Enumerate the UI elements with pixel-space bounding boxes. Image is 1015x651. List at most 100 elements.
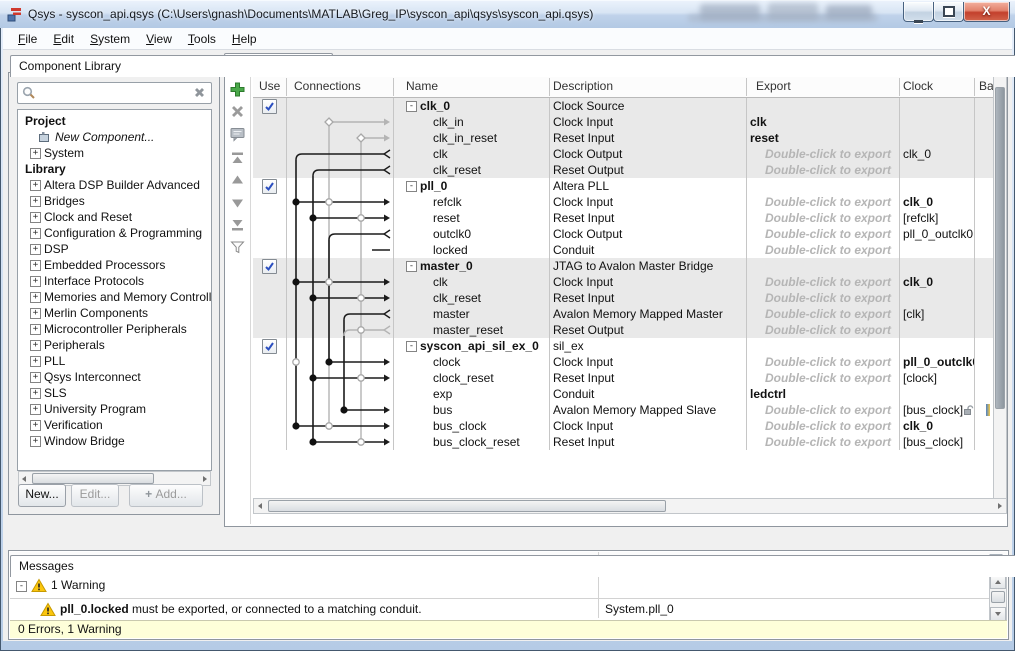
toolbar-move-up-icon[interactable] bbox=[229, 172, 246, 189]
expand-box-icon[interactable]: + bbox=[30, 340, 41, 351]
scroll-right-arrow[interactable] bbox=[998, 503, 1002, 509]
menu-edit[interactable]: Edit bbox=[45, 29, 82, 49]
scrollbar-thumb[interactable] bbox=[995, 87, 1005, 409]
tree-item-project[interactable]: Project bbox=[25, 113, 212, 129]
toolbar-add-icon[interactable] bbox=[229, 81, 246, 98]
export-cell[interactable]: Double-click to export bbox=[746, 162, 899, 178]
scrollbar-thumb[interactable] bbox=[32, 473, 154, 484]
name-cell[interactable]: -master_0 bbox=[393, 258, 549, 274]
connections-diagram[interactable] bbox=[286, 98, 393, 450]
clock-cell[interactable] bbox=[903, 162, 974, 178]
export-cell[interactable]: Double-click to export bbox=[746, 370, 899, 386]
tree-item-sls[interactable]: +SLS bbox=[18, 385, 212, 401]
use-checkbox[interactable] bbox=[262, 99, 277, 114]
scroll-left-arrow[interactable] bbox=[258, 503, 262, 509]
name-cell[interactable]: bus_clock bbox=[393, 418, 549, 434]
tree-item-interface-protocols[interactable]: +Interface Protocols bbox=[18, 273, 212, 289]
restore-button[interactable] bbox=[933, 2, 964, 22]
collapse-box-icon[interactable]: - bbox=[16, 581, 27, 592]
expand-box-icon[interactable]: + bbox=[30, 276, 41, 287]
expand-box-icon[interactable]: + bbox=[30, 372, 41, 383]
tree-item-memories-and-memory-controllers[interactable]: +Memories and Memory Controllers bbox=[18, 289, 212, 305]
clock-cell[interactable] bbox=[903, 114, 974, 130]
toolbar-filter-icon[interactable] bbox=[229, 239, 246, 256]
clock-cell[interactable]: clk_0 bbox=[903, 274, 974, 290]
export-cell[interactable]: clk bbox=[746, 114, 899, 130]
name-cell[interactable]: reset bbox=[393, 210, 549, 226]
tree-item-library[interactable]: Library bbox=[25, 161, 212, 177]
tree-item-university-program[interactable]: +University Program bbox=[18, 401, 212, 417]
clock-cell[interactable]: pll_0_outclk0 bbox=[903, 354, 974, 370]
export-cell[interactable]: Double-click to export bbox=[746, 242, 899, 258]
table-horizontal-scrollbar[interactable] bbox=[253, 498, 1007, 514]
new-component-button[interactable]: New... bbox=[18, 484, 66, 507]
scroll-left-arrow[interactable] bbox=[22, 476, 26, 482]
tree-item-microcontroller-peripherals[interactable]: +Microcontroller Peripherals bbox=[18, 321, 212, 337]
clock-cell[interactable]: [clk] bbox=[903, 306, 974, 322]
tree-item-pll[interactable]: +PLL bbox=[18, 353, 212, 369]
minimize-button[interactable] bbox=[903, 2, 934, 22]
name-cell[interactable]: clock_reset bbox=[393, 370, 549, 386]
export-cell[interactable] bbox=[746, 338, 899, 354]
tree-item-peripherals[interactable]: +Peripherals bbox=[18, 337, 212, 353]
title-bar[interactable]: Qsys - syscon_api.qsys (C:\Users\gnash\D… bbox=[0, 0, 1015, 28]
export-cell[interactable]: Double-click to export bbox=[746, 194, 899, 210]
clock-cell[interactable]: [bus_clock] bbox=[903, 434, 974, 450]
expand-box-icon[interactable]: + bbox=[30, 356, 41, 367]
export-cell[interactable] bbox=[746, 178, 899, 194]
name-cell[interactable]: locked bbox=[393, 242, 549, 258]
clock-cell[interactable] bbox=[903, 98, 974, 114]
clock-cell[interactable] bbox=[903, 178, 974, 194]
expand-box-icon[interactable]: + bbox=[30, 244, 41, 255]
export-cell[interactable]: Double-click to export bbox=[746, 418, 899, 434]
scrollbar-thumb[interactable] bbox=[991, 591, 1005, 603]
export-cell[interactable]: Double-click to export bbox=[746, 354, 899, 370]
tree-item-qsys-interconnect[interactable]: +Qsys Interconnect bbox=[18, 369, 212, 385]
tab-messages[interactable]: Messages bbox=[10, 555, 1015, 577]
collapse-box-icon[interactable]: - bbox=[406, 181, 417, 192]
tree-item-new-component-[interactable]: New Component... bbox=[18, 129, 212, 145]
search-input[interactable] bbox=[40, 84, 189, 101]
name-cell[interactable]: outclk0 bbox=[393, 226, 549, 242]
clock-cell[interactable]: clk_0 bbox=[903, 418, 974, 434]
menu-system[interactable]: System bbox=[82, 29, 138, 49]
tree-item-embedded-processors[interactable]: +Embedded Processors bbox=[18, 257, 212, 273]
tree-item-merlin-components[interactable]: +Merlin Components bbox=[18, 305, 212, 321]
scroll-up-button[interactable] bbox=[990, 575, 1006, 589]
clock-cell[interactable]: [refclk] bbox=[903, 210, 974, 226]
clock-cell[interactable]: clk_0 bbox=[903, 194, 974, 210]
clear-search-icon[interactable] bbox=[193, 86, 206, 99]
clock-cell[interactable] bbox=[903, 290, 974, 306]
name-cell[interactable]: clk_in_reset bbox=[393, 130, 549, 146]
export-cell[interactable]: reset bbox=[746, 130, 899, 146]
menu-help[interactable]: Help bbox=[224, 29, 265, 49]
collapse-box-icon[interactable]: - bbox=[406, 101, 417, 112]
expand-box-icon[interactable]: + bbox=[30, 308, 41, 319]
export-cell[interactable]: Double-click to export bbox=[746, 434, 899, 450]
expand-box-icon[interactable]: + bbox=[30, 148, 41, 159]
messages-vertical-scrollbar[interactable] bbox=[989, 574, 1007, 622]
export-cell[interactable]: Double-click to export bbox=[746, 402, 899, 418]
export-cell[interactable]: Double-click to export bbox=[746, 274, 899, 290]
tree-item-configuration-programming[interactable]: +Configuration & Programming bbox=[18, 225, 212, 241]
toolbar-move-down-icon[interactable] bbox=[229, 194, 246, 211]
menu-view[interactable]: View bbox=[138, 29, 180, 49]
table-vertical-scrollbar[interactable] bbox=[993, 76, 1007, 499]
name-cell[interactable]: -clk_0 bbox=[393, 98, 549, 114]
clock-cell[interactable] bbox=[903, 322, 974, 338]
tree-item-system[interactable]: +System bbox=[18, 145, 212, 161]
expand-box-icon[interactable]: + bbox=[30, 324, 41, 335]
name-cell[interactable]: clk bbox=[393, 274, 549, 290]
export-cell[interactable] bbox=[746, 258, 899, 274]
name-cell[interactable]: master bbox=[393, 306, 549, 322]
name-cell[interactable]: -syscon_api_sil_ex_0 bbox=[393, 338, 549, 354]
clock-cell[interactable]: pll_0_outclk0 bbox=[903, 226, 974, 242]
name-cell[interactable]: master_reset bbox=[393, 322, 549, 338]
menu-tools[interactable]: Tools bbox=[180, 29, 224, 49]
export-cell[interactable]: Double-click to export bbox=[746, 226, 899, 242]
name-cell[interactable]: exp bbox=[393, 386, 549, 402]
toolbar-move-top-icon[interactable] bbox=[229, 150, 246, 167]
expand-box-icon[interactable]: + bbox=[30, 196, 41, 207]
clock-cell[interactable] bbox=[903, 242, 974, 258]
expand-box-icon[interactable]: + bbox=[30, 404, 41, 415]
